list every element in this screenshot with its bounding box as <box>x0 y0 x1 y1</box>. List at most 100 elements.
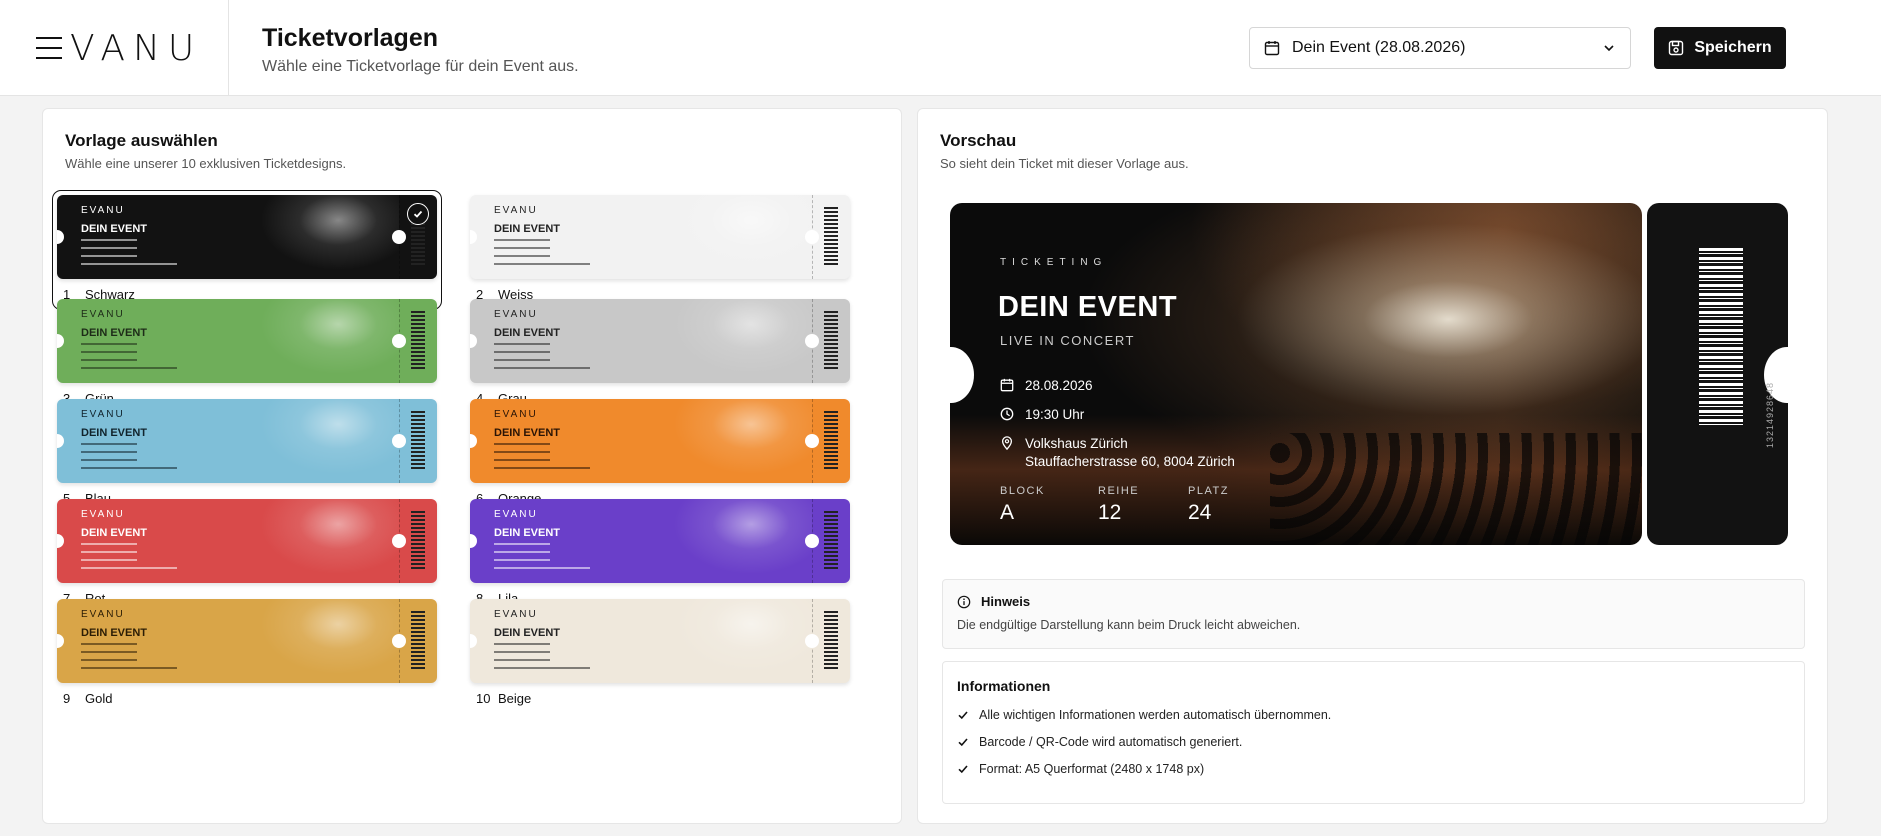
template-card[interactable]: EVANUDEIN EVENT4Grau <box>470 299 850 409</box>
thumbnail-barcode <box>411 511 425 569</box>
thumbnail-text-line <box>81 263 177 265</box>
ticket-block: BLOCK A <box>1000 485 1045 525</box>
thumbnail-notch <box>392 230 406 244</box>
ticket-event-name: DEIN EVENT <box>998 291 1178 323</box>
template-panel-subtitle: Wähle eine unserer 10 exklusiven Ticketd… <box>65 156 347 171</box>
thumbnail-text-line <box>81 567 177 569</box>
preview-panel: Vorschau So sieht dein Ticket mit dieser… <box>917 108 1828 824</box>
thumbnail-text-line <box>81 659 137 661</box>
thumbnail-photo <box>660 195 812 279</box>
thumbnail-notch <box>805 634 819 648</box>
template-label: 10 Beige <box>476 691 531 706</box>
thumbnail-text-line <box>494 667 590 669</box>
template-card[interactable]: EVANU DEIN EVENT 2 Weiss <box>470 195 850 305</box>
thumbnail-event: DEIN EVENT <box>494 627 561 639</box>
thumbnail-barcode <box>411 311 425 369</box>
template-panel-title: Vorlage auswählen <box>65 131 218 150</box>
thumbnail-text-line <box>494 451 550 453</box>
ticket-row: REIHE 12 <box>1098 485 1139 525</box>
ticket-time: 19:30 Uhr <box>1025 407 1085 422</box>
event-select-value: Dein Event (28.08.2026) <box>1292 39 1466 56</box>
thumbnail-text-line <box>81 667 177 669</box>
location-pin-icon <box>1001 436 1013 450</box>
thumbnail-text-line <box>494 255 550 257</box>
template-card[interactable]: EVANUDEIN EVENT5Blau <box>57 399 437 509</box>
thumbnail-photo <box>247 195 399 279</box>
preview-panel-title: Vorschau <box>940 131 1017 150</box>
info-item: Barcode / QR-Code wird automatisch gener… <box>957 735 1331 749</box>
template-card[interactable]: EVANUDEIN EVENT3Grün <box>57 299 437 409</box>
thumbnail-text-line <box>81 543 137 545</box>
info-item-text: Barcode / QR-Code wird automatisch gener… <box>979 735 1243 749</box>
block-label: BLOCK <box>1000 485 1045 497</box>
template-card[interactable]: EVANU DEIN EVENT 9 Gold <box>57 599 437 709</box>
thumbnail-brand: EVANU <box>494 205 538 216</box>
thumbnail-text-line <box>494 239 550 241</box>
template-card[interactable]: EVANU DEIN EVENT 1 Schwarz <box>52 190 442 310</box>
thumbnail-text-line <box>81 367 177 369</box>
thumbnail-brand: EVANU <box>81 309 125 320</box>
thumbnail-event: DEIN EVENT <box>81 627 148 639</box>
thumbnail-barcode <box>824 611 838 669</box>
save-button[interactable]: Speichern <box>1654 27 1786 69</box>
thumbnail-barcode <box>411 411 425 469</box>
template-number: 9 <box>63 691 71 706</box>
ticket-main: TICKETING DEIN EVENT LIVE IN CONCERT 28.… <box>950 203 1642 545</box>
thumbnail-text-line <box>494 651 550 653</box>
thumbnail-barcode <box>824 511 838 569</box>
thumbnail-text-line <box>81 451 137 453</box>
info-list: Alle wichtigen Informationen werden auto… <box>957 708 1331 789</box>
chevron-down-icon <box>1604 45 1614 52</box>
template-card[interactable]: EVANUDEIN EVENT6Orange <box>470 399 850 509</box>
thumbnail-text-line <box>81 643 137 645</box>
template-card[interactable]: EVANU DEIN EVENT 10 Beige <box>470 599 850 709</box>
template-thumbnail: EVANU DEIN EVENT <box>57 599 437 683</box>
thumbnail-notch <box>805 534 819 548</box>
thumbnail-photo <box>247 399 399 483</box>
thumbnail-brand: EVANU <box>494 509 538 520</box>
row-label: REIHE <box>1098 485 1140 497</box>
check-icon <box>958 711 968 720</box>
thumbnail-text-line <box>81 443 137 445</box>
thumbnail-barcode <box>824 411 838 469</box>
template-thumbnail: EVANU DEIN EVENT <box>57 399 437 483</box>
ticket-brand: TICKETING <box>1000 257 1108 268</box>
calendar-icon <box>1264 41 1280 56</box>
ticket-serial: 13214928648 <box>1765 381 1775 448</box>
thumbnail-text-line <box>494 459 550 461</box>
template-number: 10 <box>476 691 491 706</box>
template-card[interactable]: EVANUDEIN EVENT8Lila <box>470 499 850 609</box>
thumbnail-notch <box>392 434 406 448</box>
template-card[interactable]: EVANUDEIN EVENT7Rot <box>57 499 437 609</box>
thumbnail-photo <box>660 299 812 383</box>
thumbnail-notch <box>392 534 406 548</box>
thumbnail-text-line <box>494 359 550 361</box>
clock-icon <box>1000 407 1014 421</box>
concert-photo <box>1270 433 1642 545</box>
thumbnail-text-line <box>81 459 137 461</box>
template-name: Gold <box>85 691 113 706</box>
app-header: VANU Ticketvorlagen Wähle eine Ticketvor… <box>0 0 1881 96</box>
check-icon <box>958 765 968 774</box>
template-thumbnail: EVANU DEIN EVENT <box>57 499 437 583</box>
template-thumbnail: EVANU DEIN EVENT <box>57 195 437 279</box>
template-name: Beige <box>498 691 532 706</box>
thumbnail-text-line <box>494 659 550 661</box>
ticket-date-row: 28.08.2026 <box>1000 377 1093 395</box>
logo-area[interactable]: VANU <box>0 0 229 96</box>
thumbnail-text-line <box>81 247 137 249</box>
page-title: Ticketvorlagen <box>262 24 439 52</box>
ticket-event-sub: LIVE IN CONCERT <box>1000 333 1135 348</box>
template-thumbnail: EVANU DEIN EVENT <box>470 195 850 279</box>
thumbnail-brand: EVANU <box>81 609 125 620</box>
event-select[interactable]: Dein Event (28.08.2026) <box>1249 27 1631 69</box>
check-icon <box>958 738 968 747</box>
menu-icon[interactable] <box>36 37 62 59</box>
seat-label: PLATZ <box>1188 485 1229 497</box>
template-thumbnail: EVANU DEIN EVENT <box>470 399 850 483</box>
thumbnail-text-line <box>494 543 550 545</box>
selected-check-icon <box>407 203 429 225</box>
template-thumbnail: EVANU DEIN EVENT <box>470 599 850 683</box>
thumbnail-barcode <box>824 207 838 265</box>
ticket-venue: Volkshaus Zürich <box>1025 436 1128 451</box>
